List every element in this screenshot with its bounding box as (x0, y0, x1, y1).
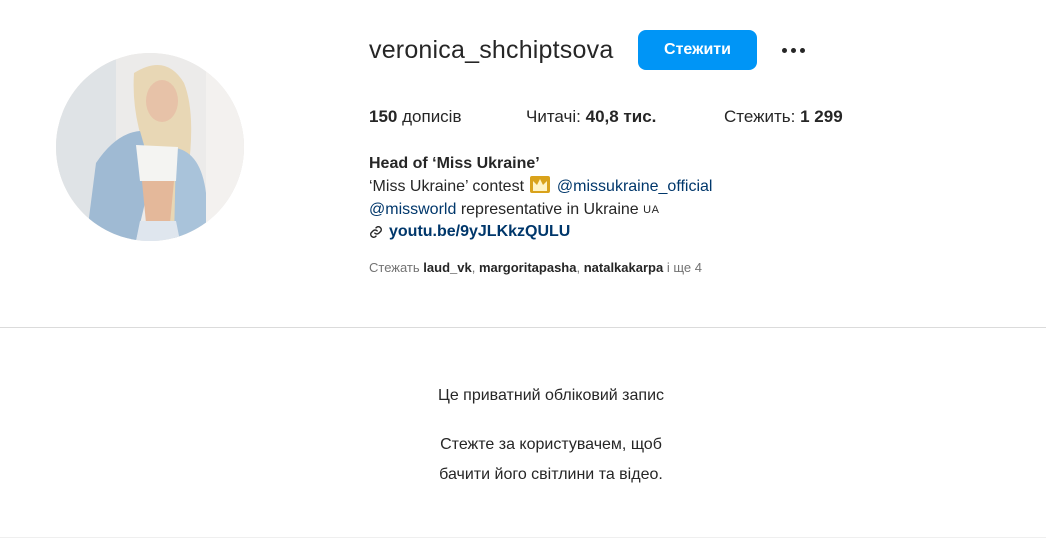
following-stat[interactable]: Стежить: 1 299 (724, 106, 843, 128)
following-label: Стежить: (724, 107, 796, 126)
follow-button[interactable]: Стежити (638, 30, 757, 70)
bottom-divider (0, 537, 1046, 538)
profile-avatar[interactable] (56, 53, 244, 241)
private-account-title: Це приватний обліковий запис (438, 387, 664, 404)
more-options-icon[interactable] (777, 38, 809, 62)
followers-count: 40,8 тис. (585, 107, 657, 126)
bio-line-1-text: ‘Miss Ukraine’ contest (369, 178, 525, 195)
dot (799, 47, 805, 53)
posts-stat: 150 дописів (369, 106, 462, 128)
bio-link-row: youtu.be/9yJLKkzQULU (369, 221, 570, 243)
dot (790, 47, 796, 53)
mention-missukraine[interactable]: @missukraine_official (557, 178, 713, 195)
followed-by-prefix: Стежать (369, 260, 420, 275)
ua-flag-icon: UA (643, 204, 660, 216)
dot (781, 47, 787, 53)
followed-by-user[interactable]: laud_vk (423, 260, 471, 275)
followed-by-suffix: і ще 4 (666, 260, 702, 275)
private-message-line-2: бачити його світлини та відео. (439, 466, 663, 483)
bio-name: Head of ‘Miss Ukraine’ (369, 155, 540, 172)
bio-external-link[interactable]: youtu.be/9yJLKkzQULU (389, 221, 570, 243)
private-account-message: Стежте за користувачем, щоб бачити його … (0, 430, 1046, 490)
mention-missworld[interactable]: @missworld (369, 201, 456, 218)
posts-count: 150 (369, 107, 398, 126)
followed-by[interactable]: Стежать laud_vk, margoritapasha, natalka… (369, 259, 702, 277)
followers-label: Читачі: (526, 107, 581, 126)
followed-by-user[interactable]: natalkakarpa (584, 260, 664, 275)
bio-line-2-text: representative in Ukraine (460, 201, 639, 218)
bio-line-2: @missworld representative in Ukraine UA (369, 199, 659, 221)
following-count: 1 299 (800, 107, 843, 126)
private-message-line-1: Стежте за користувачем, щоб (440, 436, 662, 453)
posts-label: дописів (402, 107, 462, 126)
crown-icon (530, 176, 551, 193)
profile-username: veronica_shchiptsova (369, 36, 614, 64)
link-icon (370, 226, 382, 238)
section-divider (0, 327, 1046, 328)
followers-stat[interactable]: Читачі: 40,8 тис. (526, 106, 656, 128)
bio-line-1: ‘Miss Ukraine’ contest @missukraine_offi… (369, 176, 712, 198)
avatar-photo (56, 53, 244, 241)
followed-by-user[interactable]: margoritapasha (479, 260, 577, 275)
